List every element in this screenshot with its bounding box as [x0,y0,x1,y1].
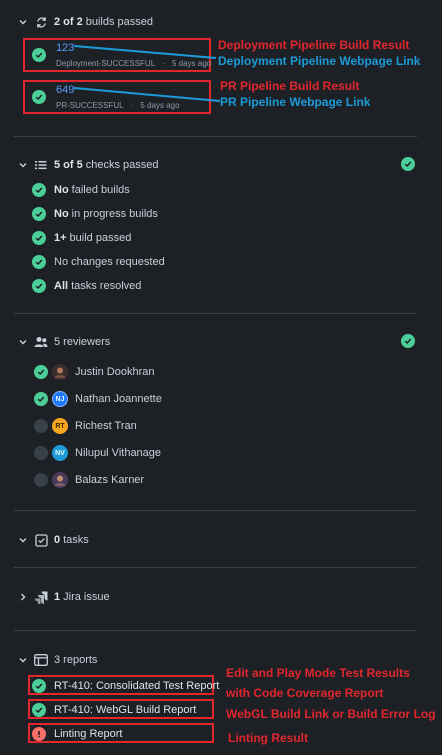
report-icon [34,653,48,667]
deploy-connector-line [73,45,217,59]
annotation-deploy-result: Deployment Pipeline Build Result [218,38,410,52]
reports-summary: 3 reports [54,654,98,666]
annotation-webgl: WebGL Build Link or Build Error Log [226,707,436,721]
chevron-down-icon [19,538,27,543]
avatar: RT [52,418,68,434]
reports-header[interactable]: 3 reports [18,652,97,668]
check-text: failed builds [71,184,130,196]
check-bold: No [54,184,69,196]
photo-avatar-icon [52,364,68,380]
check-text: in progress builds [71,208,158,220]
check-bold: All [54,280,69,292]
jira-label: Jira issue [63,591,110,603]
pending-status-icon [34,446,48,460]
check-item: No failed builds [32,183,130,197]
tasks-count: 0 [54,534,61,546]
chevron-down-icon [19,340,27,345]
section-divider [14,630,417,631]
section-divider [14,313,417,314]
check-text: build passed [69,232,132,244]
check-item: All tasks resolved [32,279,141,293]
pending-status-icon [34,419,48,433]
approved-check-icon [34,392,48,406]
success-check-icon [32,279,46,293]
report-name: RT-410: WebGL Build Report [54,704,197,716]
reviewer-name: Richest Tran [75,420,137,432]
annotation-edit-play-line2: with Code Coverage Report [226,686,384,700]
pr-connector-line [73,87,221,102]
avatar [52,364,68,380]
reviewer-item[interactable]: Balazs Karner [34,472,144,488]
reviewer-name: Balazs Karner [75,474,145,486]
check-item: No in progress builds [32,207,158,221]
report-item[interactable]: RT-410: Consolidated Test Report [32,679,219,693]
pending-status-icon [34,473,48,487]
reviewers-summary: 5 reviewers [54,336,111,348]
reviewer-name: Nathan Joannette [75,393,162,405]
reviewer-name: Nilupul Vithanage [75,447,162,459]
reviewer-item[interactable]: Justin Dookhran [34,364,155,380]
people-icon [34,335,48,349]
jira-icon [34,590,48,604]
reviewer-name: Justin Dookhran [75,366,155,378]
check-text: tasks resolved [71,280,142,292]
check-bold: No [54,208,69,220]
avatar [52,472,68,488]
jira-count: 1 [54,591,61,603]
reviewer-item[interactable]: NJ Nathan Joannette [34,391,162,407]
annotation-pr-result: PR Pipeline Build Result [220,79,360,93]
photo-avatar-icon [52,472,68,488]
task-checkbox-icon [34,533,48,547]
report-name: RT-410: Consolidated Test Report [54,680,220,692]
report-item[interactable]: Linting Report [32,727,123,741]
approved-check-icon [34,365,48,379]
report-item[interactable]: RT-410: WebGL Build Report [32,703,196,717]
success-check-icon [32,255,46,269]
success-check-icon [32,183,46,197]
checks-header[interactable]: 5 of 5 checks passed [18,157,159,173]
check-bold: 1+ [54,232,67,244]
reviewer-item[interactable]: NV Nilupul Vithanage [34,445,161,461]
tasks-header[interactable]: 0 tasks [18,532,89,548]
check-text: No changes requested [54,256,165,268]
success-check-icon [32,207,46,221]
report-name: Linting Report [54,728,123,740]
checklist-icon [34,158,48,172]
annotation-linting: Linting Result [228,731,308,745]
success-check-icon [32,679,46,693]
avatar: NJ [52,391,68,407]
error-icon [32,727,46,741]
tasks-label: tasks [63,534,89,546]
reviewers-status-icon [401,334,415,348]
annotation-deploy-link: Deployment Pipeline Webpage Link [218,54,421,68]
checks-label: checks passed [85,159,159,171]
jira-header[interactable]: 1 Jira issue [18,589,110,605]
checks-status-icon [401,157,415,171]
reviewers-header[interactable]: 5 reviewers [18,334,110,350]
chevron-right-icon [21,593,26,601]
avatar: NV [52,445,68,461]
check-item: 1+ build passed [32,231,131,245]
chevron-down-icon [19,163,27,168]
success-check-icon [32,231,46,245]
check-item: No changes requested [32,255,165,269]
annotation-pr-link: PR Pipeline Webpage Link [220,95,371,109]
section-divider [14,510,417,511]
chevron-down-icon [19,658,27,663]
section-divider [14,567,417,568]
checks-count: 5 of 5 [54,159,83,171]
section-divider [14,136,417,137]
reviewer-item[interactable]: RT Richest Tran [34,418,137,434]
success-check-icon [32,703,46,717]
annotation-edit-play-line1: Edit and Play Mode Test Results [226,666,410,680]
